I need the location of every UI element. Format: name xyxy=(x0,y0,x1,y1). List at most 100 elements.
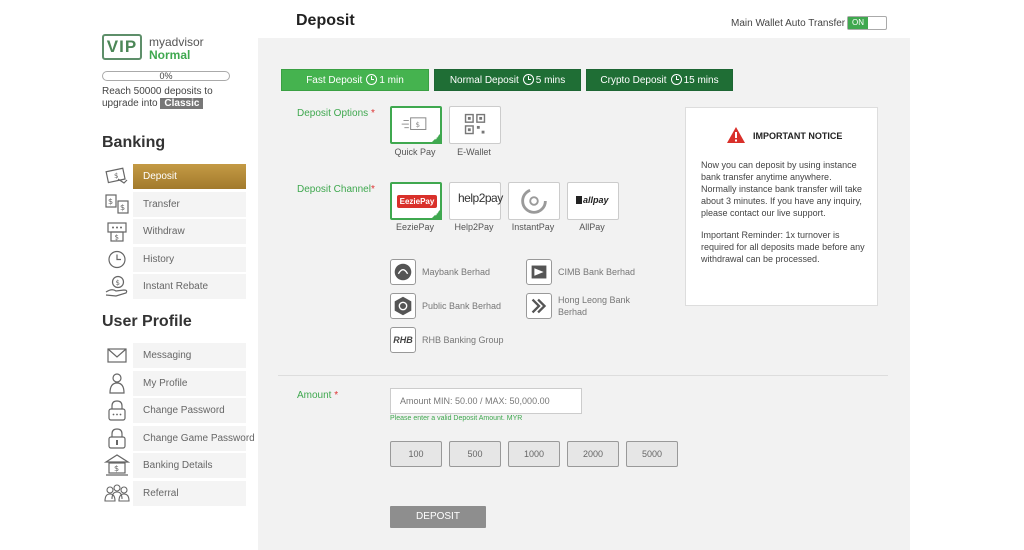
selected-check-icon xyxy=(430,132,442,144)
notice-title: IMPORTANT NOTICE xyxy=(753,131,843,141)
sidebar-item-label: Banking Details xyxy=(133,453,246,478)
bank-name: RHB Banking Group xyxy=(422,335,504,345)
sidebar-item-label: Change Game Password xyxy=(133,426,255,451)
sidebar-item-my-profile[interactable]: My Profile xyxy=(104,371,246,396)
cimb-logo-icon xyxy=(526,259,552,285)
quick-amount-2000[interactable]: 2000 xyxy=(567,441,619,467)
warning-icon xyxy=(727,127,745,143)
sidebar-item-label: Referral xyxy=(133,481,246,506)
instantpay-logo-icon xyxy=(521,188,547,214)
transfer-icon: $ $ xyxy=(105,194,129,214)
tab-normal-deposit[interactable]: Normal Deposit 5 mins xyxy=(434,69,581,91)
svg-text:$: $ xyxy=(116,279,120,287)
user-profile-section-title: User Profile xyxy=(102,313,192,330)
svg-text:$: $ xyxy=(416,120,421,129)
toggle-state: ON xyxy=(848,17,868,29)
next-tier-badge: Classic xyxy=(160,98,204,109)
deposit-options-label: Deposit Options * xyxy=(297,108,375,119)
tab-label: Crypto Deposit xyxy=(600,75,667,86)
channel-caption: Help2Pay xyxy=(454,222,494,232)
sidebar-item-change-password[interactable]: Change Password xyxy=(104,398,246,423)
tab-crypto-deposit[interactable]: Crypto Deposit 15 mins xyxy=(586,69,733,91)
sidebar-item-label: Change Password xyxy=(133,398,246,423)
withdraw-icon: $ xyxy=(107,222,127,242)
sidebar-item-instant-rebate[interactable]: $ Instant Rebate xyxy=(104,274,246,299)
sidebar-item-label: Instant Rebate xyxy=(133,274,246,299)
important-notice: IMPORTANT NOTICE Now you can deposit by … xyxy=(685,107,878,306)
amount-label: Amount * xyxy=(297,390,339,401)
sidebar-item-label: Withdraw xyxy=(133,219,246,244)
svg-text:$: $ xyxy=(120,203,125,212)
option-e-wallet[interactable] xyxy=(449,106,501,144)
clock-icon xyxy=(522,74,534,85)
svg-text:$: $ xyxy=(114,464,119,473)
amount-hint: Please enter a valid Deposit Amount. MYR xyxy=(390,415,523,422)
amount-input[interactable] xyxy=(390,388,582,414)
vip-badge: VIP xyxy=(102,34,142,60)
sidebar-item-label: Messaging xyxy=(133,343,246,368)
banking-section-title: Banking xyxy=(102,134,166,151)
lock-game-icon xyxy=(108,428,126,449)
person-icon xyxy=(109,373,125,394)
bank-name: Maybank Berhad xyxy=(422,267,491,277)
tab-label: Fast Deposit xyxy=(306,75,363,86)
bank-name: Hong Leong Bank Berhad xyxy=(558,295,631,317)
lock-icon xyxy=(108,400,126,421)
sidebar-item-withdraw[interactable]: $ Withdraw xyxy=(104,219,246,244)
qr-code-icon xyxy=(464,113,486,135)
username: myadvisor xyxy=(149,35,204,49)
notice-reminder: Important Reminder: 1x turnover is requi… xyxy=(701,230,865,264)
sidebar-item-banking-details[interactable]: $ Banking Details xyxy=(104,453,246,478)
rebate-icon: $ xyxy=(105,275,128,297)
sidebar-item-history[interactable]: History xyxy=(104,247,246,272)
public-bank-logo-icon xyxy=(390,293,416,319)
sidebar-item-messaging[interactable]: Messaging xyxy=(104,343,246,368)
tab-time: 15 mins xyxy=(683,75,719,86)
selected-check-icon xyxy=(430,208,442,220)
notice-paragraph: Now you can deposit by using instance ba… xyxy=(701,160,863,218)
channel-help2pay[interactable]: help2pay xyxy=(449,182,503,220)
channel-caption: InstantPay xyxy=(511,222,555,232)
section-divider xyxy=(278,375,888,376)
channel-caption: EeziePay xyxy=(395,222,435,232)
tab-label: Normal Deposit xyxy=(449,75,519,86)
vip-level: Normal xyxy=(149,48,191,62)
svg-text:$: $ xyxy=(114,172,118,180)
bank-name: Public Bank Berhad xyxy=(422,301,502,311)
svg-text:$: $ xyxy=(115,234,119,242)
tab-fast-deposit[interactable]: Fast Deposit 1 min xyxy=(281,69,429,91)
sidebar-item-label: History xyxy=(133,247,246,272)
channel-caption: AllPay xyxy=(579,222,605,232)
sidebar-item-label: Deposit xyxy=(133,164,246,189)
auto-transfer-toggle[interactable]: ON xyxy=(847,16,887,30)
sidebar-item-referral[interactable]: Referral xyxy=(104,481,246,506)
notice-body: Now you can deposit by using instance ba… xyxy=(701,159,866,275)
quick-amount-1000[interactable]: 1000 xyxy=(508,441,560,467)
option-quick-pay[interactable]: $ xyxy=(390,106,442,144)
sidebar-item-transfer[interactable]: $ $ Transfer xyxy=(104,192,246,217)
vip-progress-bar: 0% xyxy=(102,71,230,81)
eeziepay-logo: EeziePay xyxy=(397,195,437,208)
envelope-icon xyxy=(107,348,127,363)
quick-amount-100[interactable]: 100 xyxy=(390,441,442,467)
allpay-logo: allpay xyxy=(576,195,609,205)
sidebar-item-label: My Profile xyxy=(133,371,246,396)
page-title: Deposit xyxy=(296,12,355,29)
history-icon xyxy=(108,250,126,269)
sidebar-item-change-game-password[interactable]: Change Game Password xyxy=(104,426,255,451)
tab-time: 1 min xyxy=(379,75,404,86)
channel-instantpay[interactable] xyxy=(508,182,560,220)
group-icon xyxy=(104,484,130,502)
channel-eeziepay[interactable]: EeziePay xyxy=(390,182,442,220)
sidebar-item-deposit[interactable]: $ Deposit xyxy=(104,164,246,189)
deposit-icon: $ xyxy=(105,167,128,184)
vip-progress-label: 0% xyxy=(159,71,173,81)
sidebar: VIP myadvisor Normal 0% Reach 50000 depo… xyxy=(100,0,255,550)
channel-allpay[interactable]: allpay xyxy=(567,182,619,220)
quick-amount-500[interactable]: 500 xyxy=(449,441,501,467)
maybank-logo-icon xyxy=(390,259,416,285)
quick-amount-5000[interactable]: 5000 xyxy=(626,441,678,467)
deposit-submit-button[interactable]: DEPOSIT xyxy=(390,506,486,528)
rhb-logo-icon: RHB xyxy=(390,327,416,353)
bank-building-icon: $ xyxy=(104,454,130,476)
